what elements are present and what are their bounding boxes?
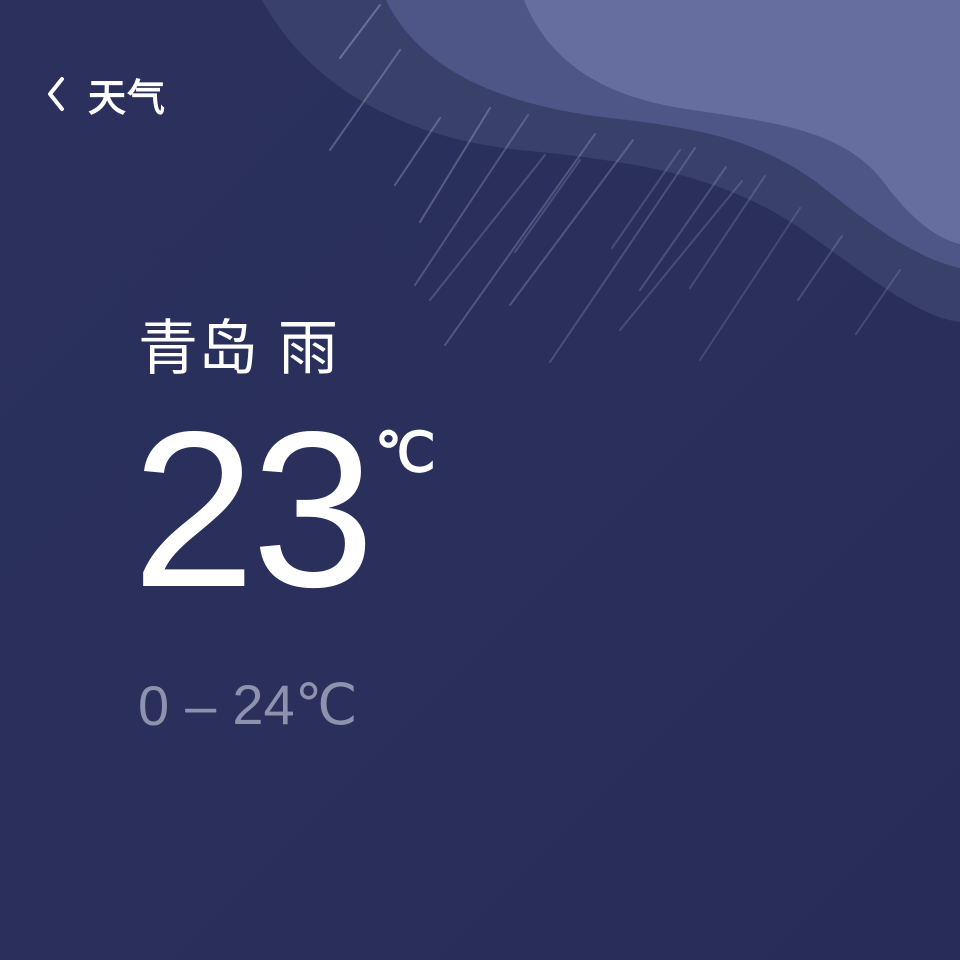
temperature-value: 23 xyxy=(132,386,375,634)
range-low: 0 xyxy=(138,673,170,737)
current-temperature: 23 ℃ xyxy=(132,395,436,625)
weather-condition: 雨 xyxy=(278,314,338,384)
city-name: 青岛 xyxy=(138,314,258,384)
range-separator: – xyxy=(185,673,217,737)
range-high: 24℃ xyxy=(232,673,358,736)
chevron-left-icon xyxy=(48,77,64,111)
location-condition: 青岛 雨 xyxy=(138,300,338,387)
back-button[interactable] xyxy=(38,66,74,122)
temperature-unit: ℃ xyxy=(374,423,436,483)
page-title: 天气 xyxy=(88,75,167,120)
top-bar: 天气 xyxy=(38,66,166,122)
weather-screen: 天气 青岛 雨 23 ℃ 0 – 24℃ xyxy=(0,0,960,960)
temperature-range: 0 – 24℃ xyxy=(138,672,358,738)
